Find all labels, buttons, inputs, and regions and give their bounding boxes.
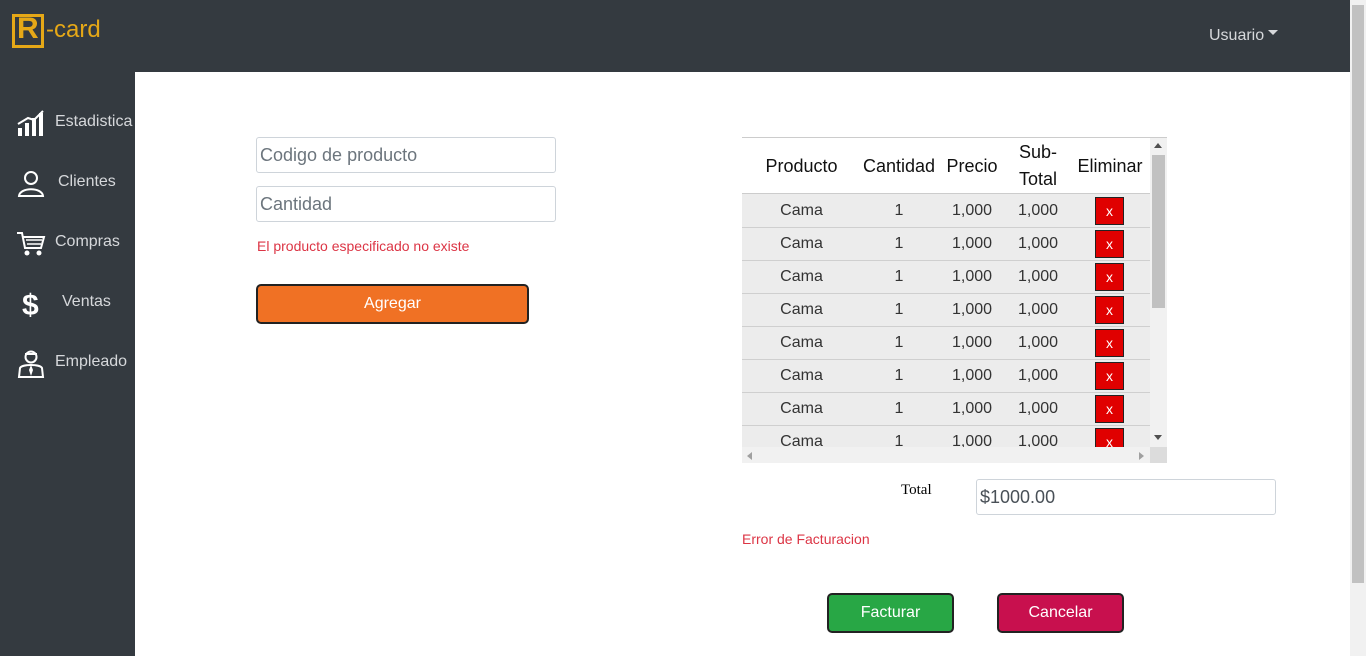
top-navbar: R -card Usuario [0, 0, 1350, 72]
cell-product: Cama [780, 202, 823, 219]
cell-product: Cama [780, 301, 823, 318]
cell-price: 1,000 [951, 433, 993, 447]
table-row: Cama 1 1,000 1,000 x [742, 426, 1150, 447]
sidebar-item-clientes[interactable]: Clientes [0, 164, 135, 204]
products-table: Producto Cantidad Precio Sub-Total Elimi… [742, 137, 1167, 463]
cell-subtotal: 1,000 [1017, 367, 1059, 384]
cell-price: 1,000 [951, 268, 993, 285]
table-row: Cama 1 1,000 1,000 x [742, 228, 1150, 261]
logo-letter: R [17, 12, 39, 45]
cell-subtotal: 1,000 [1017, 400, 1059, 417]
caret-down-icon [1268, 30, 1279, 36]
delete-row-button[interactable]: x [1095, 362, 1124, 390]
cart-icon [17, 232, 46, 256]
table-header: Producto Cantidad Precio Sub-Total Elimi… [742, 138, 1150, 194]
billing-error-message: Error de Facturacion [742, 531, 870, 547]
cell-quantity: 1 [894, 235, 904, 252]
logo-text: -card [46, 16, 101, 43]
product-error-message: El producto especificado no existe [257, 238, 470, 254]
cell-price: 1,000 [951, 334, 993, 351]
sidebar-item-ventas[interactable]: $ Ventas [0, 284, 135, 324]
sidebar-item-estadistica[interactable]: Estadistica [0, 104, 135, 144]
table-row: Cama 1 1,000 1,000 x [742, 195, 1150, 228]
cell-quantity: 1 [894, 400, 904, 417]
cell-product: Cama [780, 334, 823, 351]
cell-subtotal: 1,000 [1017, 301, 1059, 318]
product-code-input[interactable] [256, 137, 556, 173]
add-button[interactable]: Agregar [256, 284, 529, 324]
table-horizontal-scrollbar[interactable] [742, 447, 1150, 463]
brand-logo[interactable]: R -card [12, 12, 122, 50]
delete-row-button[interactable]: x [1095, 329, 1124, 357]
cell-subtotal: 1,000 [1017, 202, 1059, 219]
table-row: Cama 1 1,000 1,000 x [742, 360, 1150, 393]
scroll-down-arrow-icon[interactable] [1154, 435, 1162, 440]
scrollbar-corner [1150, 447, 1167, 463]
table-row: Cama 1 1,000 1,000 x [742, 294, 1150, 327]
bar-chart-icon [17, 110, 44, 136]
table-scroll-thumb[interactable] [1152, 155, 1165, 308]
cell-product: Cama [780, 268, 823, 285]
total-field[interactable] [976, 479, 1276, 515]
scroll-up-arrow-icon[interactable] [1154, 143, 1162, 148]
delete-row-button[interactable]: x [1095, 230, 1124, 258]
delete-row-button[interactable]: x [1095, 263, 1124, 291]
invoice-button[interactable]: Facturar [827, 593, 954, 633]
svg-text:$: $ [22, 289, 39, 318]
cell-price: 1,000 [951, 202, 993, 219]
sidebar-item-label: Empleado [55, 353, 128, 370]
column-header-subtotal: Sub-Total [1018, 142, 1058, 189]
cell-subtotal: 1,000 [1017, 334, 1059, 351]
cell-quantity: 1 [894, 202, 904, 219]
sidebar-item-label: Compras [55, 233, 120, 250]
cell-quantity: 1 [894, 334, 904, 351]
cell-price: 1,000 [951, 235, 993, 252]
table-row: Cama 1 1,000 1,000 x [742, 393, 1150, 426]
delete-row-button[interactable]: x [1095, 296, 1124, 324]
column-header-product: Producto [765, 155, 838, 176]
sidebar-item-compras[interactable]: Compras [0, 224, 135, 264]
user-menu-label: Usuario [1209, 27, 1265, 44]
page-vertical-scrollbar[interactable] [1350, 0, 1366, 656]
sidebar-item-label: Ventas [62, 293, 111, 310]
table-row: Cama 1 1,000 1,000 x [742, 261, 1150, 294]
cell-subtotal: 1,000 [1017, 268, 1059, 285]
cell-quantity: 1 [894, 367, 904, 384]
cell-quantity: 1 [894, 433, 904, 447]
cell-price: 1,000 [951, 301, 993, 318]
delete-row-button[interactable]: x [1095, 428, 1124, 447]
cell-price: 1,000 [951, 367, 993, 384]
cell-quantity: 1 [894, 301, 904, 318]
employee-icon [17, 350, 45, 378]
cell-subtotal: 1,000 [1017, 235, 1059, 252]
cell-product: Cama [780, 235, 823, 252]
sidebar-item-empleado[interactable]: Empleado [0, 344, 135, 384]
delete-row-button[interactable]: x [1095, 197, 1124, 225]
cell-product: Cama [780, 367, 823, 384]
table-row: Cama 1 1,000 1,000 x [742, 327, 1150, 360]
total-label: Total [901, 482, 932, 498]
cancel-button[interactable]: Cancelar [997, 593, 1124, 633]
sidebar-item-label: Estadistica [55, 113, 133, 130]
user-menu-toggle[interactable]: Usuario [1209, 27, 1279, 45]
dollar-icon: $ [22, 289, 39, 318]
table-vertical-scrollbar[interactable] [1150, 138, 1167, 447]
cell-product: Cama [780, 433, 823, 447]
cell-price: 1,000 [951, 400, 993, 417]
table-body: Cama 1 1,000 1,000 x Cama 1 1,000 1,000 … [742, 195, 1150, 447]
scroll-left-arrow-icon[interactable] [747, 452, 752, 460]
delete-row-button[interactable]: x [1095, 395, 1124, 423]
cell-quantity: 1 [894, 268, 904, 285]
cell-subtotal: 1,000 [1017, 433, 1059, 447]
quantity-input[interactable] [256, 186, 556, 222]
column-header-quantity: Cantidad [862, 155, 936, 176]
sidebar: Estadistica Clientes Compras $ Ventas Em… [0, 72, 135, 656]
column-header-price: Precio [946, 155, 998, 176]
sidebar-item-label: Clientes [58, 173, 116, 190]
scroll-right-arrow-icon[interactable] [1139, 452, 1144, 460]
column-header-delete: Eliminar [1077, 155, 1143, 176]
user-icon [17, 171, 45, 197]
page-scroll-thumb[interactable] [1352, 5, 1364, 583]
cell-product: Cama [780, 400, 823, 417]
